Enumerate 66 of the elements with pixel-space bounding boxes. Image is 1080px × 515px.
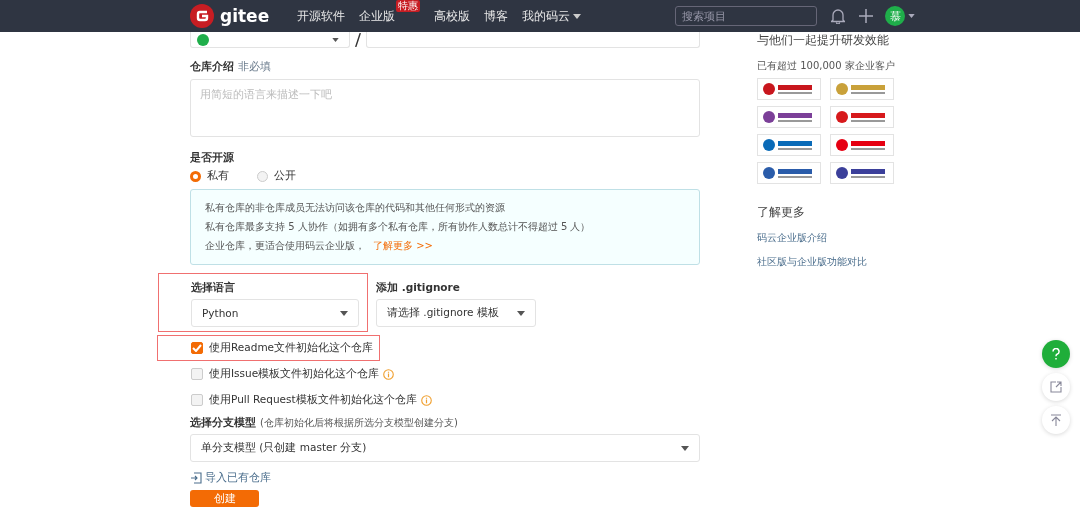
- nav-link[interactable]: 我的码云: [522, 7, 570, 25]
- caret-icon[interactable]: [908, 14, 915, 18]
- sidebar-heading: 与他们一起提升研发效能: [757, 32, 889, 49]
- field-label: 选择语言: [191, 281, 236, 295]
- field-label: 仓库介绍: [190, 60, 234, 74]
- checkbox[interactable]: [191, 394, 203, 406]
- radio-label[interactable]: 公开: [274, 169, 296, 183]
- notice-text: 私有仓库最多支持 5 人协作（如拥有多个私有仓库，所有协作人数总计不得超过 5 人）: [205, 220, 591, 234]
- arrow-up-icon: [1050, 414, 1062, 426]
- field-hint: (仓库初始化后将根据所选分支模型创建分支): [260, 416, 458, 430]
- notice-text: 私有仓库的非仓库成员无法访问该仓库的代码和其他任何形式的资源: [205, 201, 505, 215]
- partner-logo: [757, 106, 821, 128]
- path-field[interactable]: [366, 32, 700, 48]
- customer-count-text: 已有超过 100,000 家企业客户: [757, 59, 895, 73]
- checkbox[interactable]: [191, 342, 203, 354]
- nav-link[interactable]: 博客: [484, 7, 508, 25]
- partner-logo: [757, 162, 821, 184]
- import-icon: [190, 472, 202, 484]
- sidebar-heading: 了解更多: [757, 204, 805, 221]
- promo-badge: 特惠: [396, 0, 420, 12]
- notice-text: 企业仓库，更适合使用码云企业版，: [205, 239, 365, 253]
- avatar-icon: [197, 33, 209, 46]
- radio-button[interactable]: [257, 170, 268, 182]
- caret-icon: [340, 310, 348, 316]
- partner-logo: [830, 134, 894, 156]
- bell-icon[interactable]: [831, 8, 845, 24]
- nav-link[interactable]: 企业版: [359, 7, 395, 25]
- share-icon: [1050, 381, 1062, 393]
- language-select[interactable]: Python: [191, 299, 359, 327]
- caret-icon: [517, 310, 525, 316]
- import-link[interactable]: 导入已有仓库: [205, 471, 271, 485]
- partner-logo: [757, 134, 821, 156]
- share-button[interactable]: [1042, 373, 1070, 401]
- field-label: 添加 .gitignore: [376, 281, 461, 295]
- checkbox[interactable]: [191, 368, 203, 380]
- field-label: 是否开源: [190, 151, 234, 165]
- radio-button[interactable]: [190, 170, 201, 182]
- partner-logo: [830, 106, 894, 128]
- logo-icon[interactable]: [190, 4, 214, 28]
- partner-logo: [830, 78, 894, 100]
- checkbox-label[interactable]: 使用Pull Request模板文件初始化这个仓库: [209, 393, 417, 407]
- radio-label[interactable]: 私有: [207, 169, 229, 183]
- brand-name[interactable]: gitee: [220, 6, 270, 26]
- nav-link[interactable]: 开源软件: [297, 7, 345, 25]
- checkbox-label[interactable]: 使用Issue模板文件初始化这个仓库: [209, 367, 380, 381]
- help-button[interactable]: [1042, 340, 1070, 368]
- partner-logo: [830, 162, 894, 184]
- caret-icon: [681, 445, 689, 451]
- nav-link[interactable]: 高校版: [434, 7, 470, 25]
- question-mark-icon: [1051, 348, 1061, 360]
- sidebar-link[interactable]: 码云企业版介绍: [757, 231, 827, 245]
- optional-hint: 非必填: [238, 60, 271, 74]
- field-label: 选择分支模型: [190, 416, 256, 430]
- back-to-top-button[interactable]: [1042, 406, 1070, 434]
- search-field[interactable]: 搜索项目: [675, 6, 817, 26]
- caret-icon[interactable]: [573, 13, 581, 19]
- branch-model-select[interactable]: 单分支模型 (只创建 master 分支): [190, 434, 700, 462]
- partner-logo: [757, 78, 821, 100]
- gitignore-select[interactable]: 请选择 .gitignore 模板: [376, 299, 536, 327]
- plus-icon[interactable]: [859, 9, 873, 23]
- checkbox-label[interactable]: 使用Readme文件初始化这个仓库: [209, 341, 374, 355]
- info-icon[interactable]: [383, 368, 395, 380]
- sidebar-link[interactable]: 社区版与企业版功能对比: [757, 255, 867, 269]
- slash-icon: [355, 33, 361, 47]
- info-icon[interactable]: [420, 394, 432, 406]
- caret-icon: [332, 37, 339, 42]
